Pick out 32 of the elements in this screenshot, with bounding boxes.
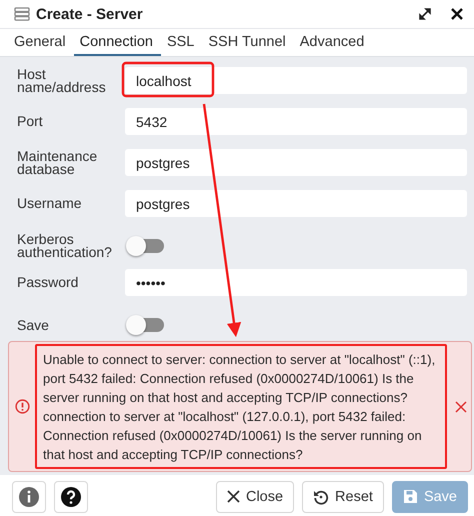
close-icon xyxy=(226,490,240,503)
input-field[interactable]: postgres xyxy=(125,149,467,176)
tab[interactable]: SSL xyxy=(160,29,202,56)
field-label: Save xyxy=(17,318,50,332)
field-label: Kerberos authentication? xyxy=(17,233,113,259)
tab[interactable]: Advanced xyxy=(294,29,372,56)
maximize-icon[interactable] xyxy=(418,7,432,21)
field-label: Port xyxy=(17,115,44,128)
alert-icon xyxy=(15,399,30,414)
close-icon[interactable] xyxy=(450,7,464,21)
field-label: Password xyxy=(17,276,80,289)
reset-button[interactable]: Reset xyxy=(302,480,384,512)
field-label: Maintenance database xyxy=(17,150,98,176)
input-field[interactable]: 5432 xyxy=(125,108,467,135)
error-message: Unable to connect to server: connection to server at "localhost" (::1), port 5432 failed: Connection refused (0x0000274D/10061) Is the server running on that host and accepting TCP/IP connections? connection to server at "localhost" (127.0.0.1), port 5432 failed: Connection refused (0x0000274D/10061) Is the server running on that host and accepting TCP/IP connections? xyxy=(42,350,436,464)
info-icon xyxy=(18,486,40,508)
toggle-switch[interactable] xyxy=(128,318,164,332)
input-field[interactable]: localhost xyxy=(125,67,467,94)
close-button[interactable]: Close xyxy=(216,480,294,512)
info-button[interactable] xyxy=(12,480,46,512)
help-icon xyxy=(60,486,82,508)
tab[interactable]: General xyxy=(8,29,74,56)
field-label: Host name/address xyxy=(17,68,107,94)
server-icon xyxy=(14,7,30,21)
input-field[interactable]: •••••• xyxy=(125,269,467,296)
tab[interactable]: SSH Tunnel xyxy=(202,29,294,56)
input-field[interactable]: postgres xyxy=(125,190,467,217)
window-title: Create - Server xyxy=(36,6,144,22)
help-button[interactable] xyxy=(54,480,88,512)
toggle-switch[interactable] xyxy=(128,239,164,253)
reset-icon xyxy=(313,488,330,504)
field-label: Username xyxy=(17,197,83,210)
